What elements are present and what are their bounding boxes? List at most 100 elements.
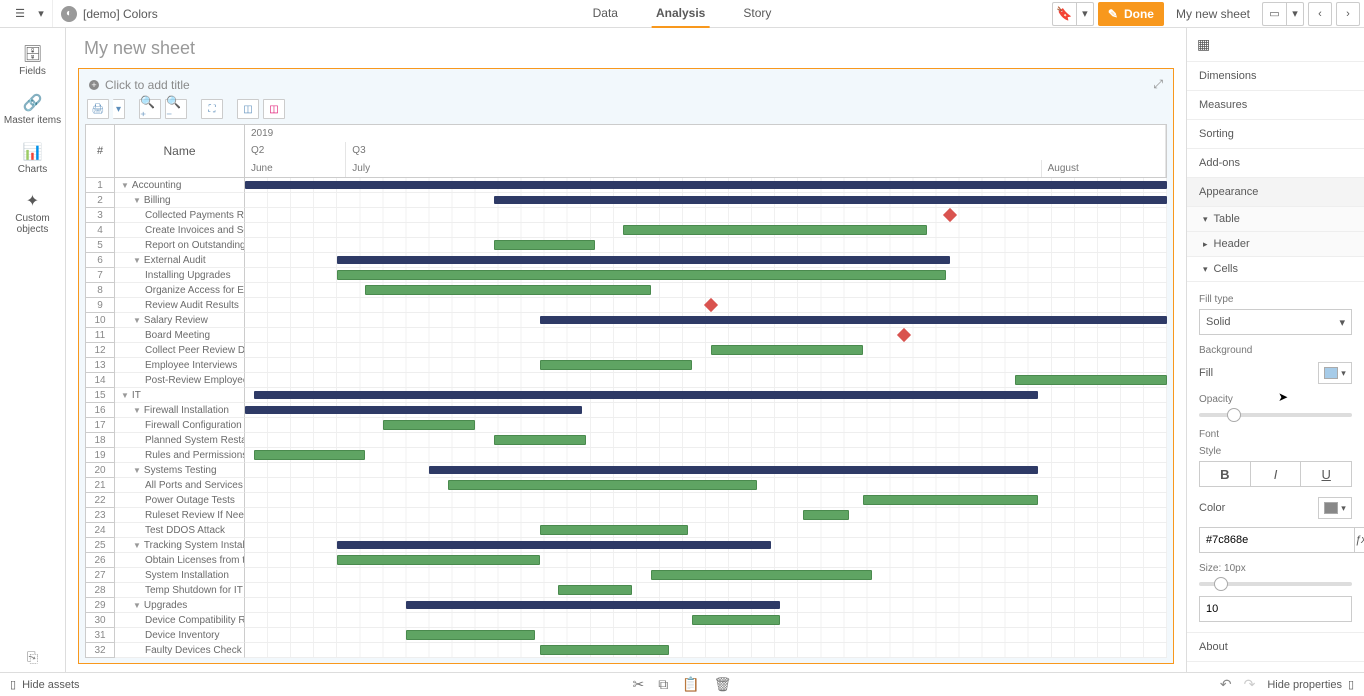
row-name[interactable]: ▼Systems Testing: [115, 463, 245, 478]
italic-button[interactable]: I: [1251, 461, 1302, 487]
acc-table[interactable]: ▾Table: [1187, 207, 1364, 232]
redo-icon[interactable]: ↷: [1244, 676, 1256, 693]
task-bar[interactable]: [863, 495, 1038, 505]
task-bar[interactable]: [711, 345, 863, 355]
row-name[interactable]: Organize Access for External Auditors: [115, 283, 245, 298]
row-name[interactable]: Power Outage Tests: [115, 493, 245, 508]
row-name[interactable]: ▼Upgrades: [115, 598, 245, 613]
acc-dimensions[interactable]: Dimensions: [1187, 62, 1364, 91]
row-name[interactable]: Collect Peer Review Data: [115, 343, 245, 358]
group-bar[interactable]: [337, 256, 950, 264]
expand-toggle-icon[interactable]: ▼: [121, 181, 129, 190]
task-bar[interactable]: [494, 435, 586, 445]
task-bar[interactable]: [540, 360, 692, 370]
hide-properties-button[interactable]: Hide properties ▯: [1267, 678, 1354, 691]
fill-color-picker[interactable]: ▾: [1318, 362, 1352, 384]
group-bar[interactable]: [429, 466, 1038, 474]
task-bar[interactable]: [365, 285, 651, 295]
row-name[interactable]: Collected Payments Review: [115, 208, 245, 223]
bold-button[interactable]: B: [1199, 461, 1251, 487]
font-color-picker[interactable]: ▾: [1318, 497, 1352, 519]
row-name[interactable]: ▼IT: [115, 388, 245, 403]
bookmark-icon[interactable]: 🔖: [1052, 2, 1076, 26]
row-name[interactable]: Test DDOS Attack: [115, 523, 245, 538]
copy-icon[interactable]: ⧉: [658, 676, 668, 693]
row-name[interactable]: ▼Salary Review: [115, 313, 245, 328]
row-name[interactable]: Review Audit Results: [115, 298, 245, 313]
done-button[interactable]: ✎ Done: [1098, 2, 1164, 26]
row-name[interactable]: Installing Upgrades: [115, 268, 245, 283]
row-name[interactable]: ▼External Audit: [115, 253, 245, 268]
zoom-out-icon[interactable]: 🔍⁻: [165, 99, 187, 119]
row-name[interactable]: Temp Shutdown for IT Audit: [115, 583, 245, 598]
row-name[interactable]: ▼Firewall Installation: [115, 403, 245, 418]
assets-custom-objects[interactable]: ✦ Custom objects: [0, 185, 65, 245]
task-bar[interactable]: [337, 555, 540, 565]
paste-icon[interactable]: 📋: [682, 676, 699, 693]
row-name[interactable]: ▼Accounting: [115, 178, 245, 193]
fill-type-select[interactable]: Solid ▾: [1199, 309, 1352, 335]
color-value-input[interactable]: [1199, 527, 1355, 553]
print-dropdown-icon[interactable]: ▾: [113, 99, 125, 119]
row-name[interactable]: Obtain Licenses from the Vendor: [115, 553, 245, 568]
task-bar[interactable]: [1015, 375, 1167, 385]
underline-button[interactable]: U: [1301, 461, 1352, 487]
sheet-dropdown-icon[interactable]: ▾: [1286, 2, 1304, 26]
task-bar[interactable]: [448, 480, 757, 490]
expand-toggle-icon[interactable]: ▼: [133, 466, 141, 475]
sheet-name-display[interactable]: My new sheet: [1168, 7, 1258, 21]
size-value-input[interactable]: [1199, 596, 1352, 622]
next-sheet-button[interactable]: ›: [1336, 2, 1360, 26]
row-name[interactable]: Faulty Devices Check: [115, 643, 245, 658]
opacity-slider[interactable]: [1199, 413, 1352, 417]
undo-icon[interactable]: ↶: [1220, 676, 1232, 693]
group-bar[interactable]: [337, 541, 770, 549]
milestone-icon[interactable]: [943, 208, 957, 222]
task-bar[interactable]: [406, 630, 535, 640]
row-name[interactable]: Create Invoices and Send Them: [115, 223, 245, 238]
milestone-icon[interactable]: [704, 298, 718, 312]
acc-header[interactable]: ▸Header: [1187, 232, 1364, 257]
tab-data[interactable]: Data: [589, 0, 622, 28]
row-name[interactable]: Device Inventory: [115, 628, 245, 643]
group-bar[interactable]: [245, 406, 582, 414]
marquee-select-icon[interactable]: ◫: [263, 99, 285, 119]
task-bar[interactable]: [337, 270, 946, 280]
fx-button[interactable]: ƒx: [1355, 527, 1364, 553]
marquee-zoom-icon[interactable]: ◫: [237, 99, 259, 119]
row-name[interactable]: Planned System Restart: [115, 433, 245, 448]
hide-assets-button[interactable]: ▯ Hide assets: [0, 678, 90, 691]
table-view-icon[interactable]: ▦: [1197, 36, 1210, 52]
chart-title-placeholder[interactable]: Click to add title: [105, 78, 190, 92]
acc-cells[interactable]: ▾Cells: [1187, 257, 1364, 282]
row-name[interactable]: All Ports and Services Test: [115, 478, 245, 493]
row-name[interactable]: System Installation: [115, 568, 245, 583]
tab-story[interactable]: Story: [739, 0, 775, 28]
task-bar[interactable]: [254, 450, 365, 460]
acc-appearance[interactable]: Appearance: [1187, 178, 1364, 207]
tab-analysis[interactable]: Analysis: [652, 0, 709, 28]
group-bar[interactable]: [540, 316, 1167, 324]
milestone-icon[interactable]: [897, 328, 911, 342]
sheet-thumb-icon[interactable]: ▭: [1262, 2, 1286, 26]
row-name[interactable]: Ruleset Review If Needed: [115, 508, 245, 523]
cut-icon[interactable]: ✂: [633, 676, 645, 693]
task-bar[interactable]: [540, 645, 669, 655]
expand-toggle-icon[interactable]: ▼: [133, 256, 141, 265]
group-bar[interactable]: [245, 181, 1167, 189]
task-bar[interactable]: [692, 615, 780, 625]
task-bar[interactable]: [558, 585, 632, 595]
acc-measures[interactable]: Measures: [1187, 91, 1364, 120]
row-name[interactable]: Device Compatibility Review: [115, 613, 245, 628]
acc-addons[interactable]: Add-ons: [1187, 149, 1364, 178]
task-bar[interactable]: [540, 525, 688, 535]
assets-fields[interactable]: 🗄 Fields: [0, 38, 65, 87]
row-name[interactable]: Rules and Permissions Audit: [115, 448, 245, 463]
row-name[interactable]: Post-Review Employee Interviews: [115, 373, 245, 388]
prev-sheet-button[interactable]: ‹: [1308, 2, 1332, 26]
row-name[interactable]: ▼Billing: [115, 193, 245, 208]
acc-about[interactable]: About: [1187, 633, 1364, 662]
group-bar[interactable]: [406, 601, 779, 609]
expand-icon[interactable]: ⤢: [1153, 77, 1163, 92]
row-name[interactable]: Report on Outstanding Collections: [115, 238, 245, 253]
